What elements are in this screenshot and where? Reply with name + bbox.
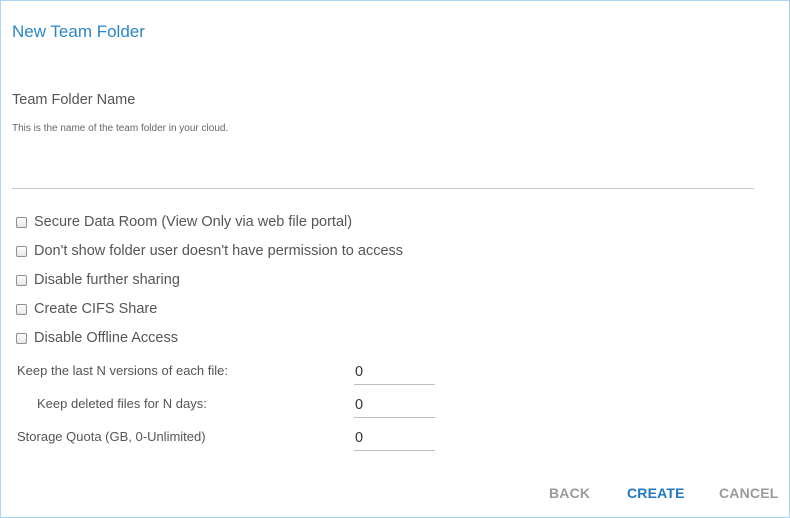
option-secure-data-room[interactable]: Secure Data Room (View Only via web file…: [16, 212, 352, 232]
option-label: Secure Data Room (View Only via web file…: [34, 214, 353, 230]
hide-unpermitted-checkbox[interactable]: [16, 245, 27, 257]
option-label: Disable Offline Access: [34, 330, 178, 346]
storage-quota-input[interactable]: [354, 425, 435, 451]
create-cifs-checkbox[interactable]: [16, 303, 27, 315]
disable-offline-checkbox[interactable]: [16, 332, 27, 344]
dialog-title: New Team Folder: [12, 22, 145, 41]
create-button[interactable]: CREATE: [627, 485, 685, 501]
versions-label: Keep the last N versions of each file:: [17, 363, 229, 378]
folder-name-input[interactable]: [12, 151, 754, 189]
folder-name-label: Team Folder Name: [12, 92, 136, 108]
option-hide-unpermitted-folders[interactable]: Don't show folder user doesn't have perm…: [16, 241, 403, 261]
deleted-days-label: Keep deleted files for N days:: [37, 396, 207, 411]
versions-input[interactable]: [354, 359, 435, 385]
option-create-cifs-share[interactable]: Create CIFS Share: [16, 299, 157, 319]
option-disable-sharing[interactable]: Disable further sharing: [16, 270, 180, 290]
option-label: Don't show folder user doesn't have perm…: [34, 243, 404, 259]
new-team-folder-dialog: New Team Folder Team Folder Name This is…: [0, 0, 790, 518]
storage-quota-label: Storage Quota (GB, 0-Unlimited): [17, 429, 206, 444]
cancel-button[interactable]: CANCEL: [719, 485, 779, 501]
disable-sharing-checkbox[interactable]: [16, 274, 27, 286]
option-label: Disable further sharing: [34, 272, 180, 288]
option-label: Create CIFS Share: [34, 301, 158, 317]
option-disable-offline-access[interactable]: Disable Offline Access: [16, 328, 178, 348]
secure-data-room-checkbox[interactable]: [16, 216, 27, 228]
folder-name-help: This is the name of the team folder in y…: [12, 123, 229, 134]
deleted-days-input[interactable]: [354, 392, 435, 418]
back-button[interactable]: BACK: [549, 485, 590, 501]
